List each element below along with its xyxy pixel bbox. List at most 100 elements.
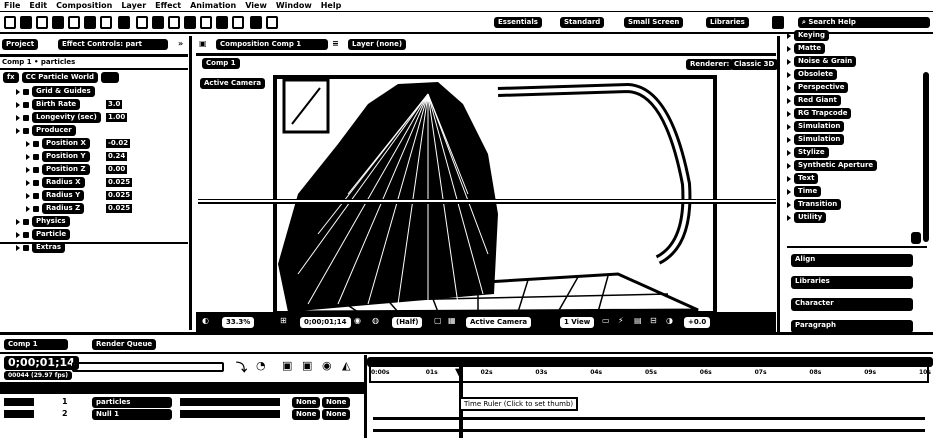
effect-property-row[interactable]: Producer xyxy=(16,125,76,136)
disclosure-triangle-icon[interactable] xyxy=(16,114,20,121)
comp-mini-flowchart-icon[interactable]: ⤵ xyxy=(236,359,247,375)
tab-comp-timeline[interactable]: Comp 1 xyxy=(4,339,68,350)
shy-layers-icon[interactable]: ▣ xyxy=(282,359,292,372)
layer-bar-1[interactable] xyxy=(373,417,925,420)
timeline-icon[interactable]: ▤ xyxy=(634,316,642,325)
disclosure-triangle-icon[interactable] xyxy=(787,123,791,130)
stopwatch-icon[interactable] xyxy=(23,101,29,108)
camera-view-dropdown[interactable]: Active Camera xyxy=(466,317,532,328)
viewer-timecode[interactable]: 0;00;01;14 xyxy=(300,317,351,328)
stopwatch-icon[interactable] xyxy=(23,244,29,251)
graph-editor-icon[interactable]: ◭ xyxy=(342,359,350,372)
track-matte-dropdown[interactable]: None xyxy=(322,397,351,408)
camera-tool-icon[interactable] xyxy=(84,16,96,29)
grid-overlay-icon[interactable]: ⊞ xyxy=(280,316,287,325)
viewer-menu-icon[interactable]: ≡ xyxy=(332,39,339,48)
character-panel-header[interactable]: Character xyxy=(791,298,913,311)
property-value[interactable]: 0.025 xyxy=(106,204,133,213)
disclosure-triangle-icon[interactable] xyxy=(26,153,30,160)
effect-property-row[interactable]: Radius Y xyxy=(26,190,85,201)
layer-name[interactable]: Null 1 xyxy=(92,409,172,420)
effect-category-item[interactable]: Time xyxy=(787,186,822,197)
transparency-grid-icon[interactable]: ▦ xyxy=(448,316,456,325)
effect-category-item[interactable]: Perspective xyxy=(787,82,849,93)
exposure-icon[interactable]: ◑ xyxy=(666,316,673,325)
clone-stamp-tool-icon[interactable] xyxy=(184,16,196,29)
pan-behind-tool-icon[interactable] xyxy=(100,16,112,29)
disclosure-triangle-icon[interactable] xyxy=(787,188,791,195)
disclosure-triangle-icon[interactable] xyxy=(787,45,791,52)
disclosure-triangle-icon[interactable] xyxy=(787,84,791,91)
effect-property-row[interactable]: Physics xyxy=(16,216,70,227)
disclosure-triangle-icon[interactable] xyxy=(26,166,30,173)
workspace-libraries[interactable]: Libraries xyxy=(706,17,749,28)
stopwatch-icon[interactable] xyxy=(23,114,29,121)
view-layout-dropdown[interactable]: 1 View xyxy=(560,317,595,328)
layer-mode-switches[interactable] xyxy=(180,410,280,418)
motion-blur-icon[interactable]: ◉ xyxy=(322,359,332,372)
disclosure-triangle-icon[interactable] xyxy=(26,140,30,147)
workspace-small-screen[interactable]: Small Screen xyxy=(624,17,684,28)
disclosure-triangle-icon[interactable] xyxy=(787,58,791,65)
property-value[interactable]: 0.24 xyxy=(106,152,128,161)
tab-project[interactable]: Project xyxy=(2,39,39,50)
current-time-display[interactable]: 0;00;01;14 xyxy=(4,356,79,370)
eraser-tool-icon[interactable] xyxy=(200,16,212,29)
disclosure-triangle-icon[interactable] xyxy=(787,214,791,221)
effect-category-item[interactable]: Text xyxy=(787,173,819,184)
reset-button[interactable] xyxy=(101,72,120,83)
effect-category-item[interactable]: Simulation xyxy=(787,134,845,145)
playhead-icon[interactable]: ▼ xyxy=(455,367,463,378)
frame-blending-icon[interactable]: ▣ xyxy=(302,359,312,372)
disclosure-triangle-icon[interactable] xyxy=(787,110,791,117)
right-panel-scrollbar[interactable] xyxy=(923,72,929,242)
disclosure-triangle-icon[interactable] xyxy=(787,149,791,156)
stopwatch-icon[interactable] xyxy=(23,127,29,134)
effect-category-item[interactable]: Obsolete xyxy=(787,69,838,80)
effect-category-item[interactable]: RG Trapcode xyxy=(787,108,852,119)
disclosure-triangle-icon[interactable] xyxy=(787,136,791,143)
layer-switches[interactable] xyxy=(4,410,34,418)
layer-name[interactable]: particles xyxy=(92,397,172,408)
stopwatch-icon[interactable] xyxy=(33,140,39,147)
disclosure-triangle-icon[interactable] xyxy=(26,192,30,199)
menu-file[interactable]: File xyxy=(4,1,20,10)
shape-tool-icon[interactable] xyxy=(118,16,130,29)
property-value[interactable]: 0.025 xyxy=(106,191,133,200)
menu-layer[interactable]: Layer xyxy=(121,1,146,10)
parent-dropdown[interactable]: None xyxy=(292,397,321,408)
tab-composition[interactable]: Composition Comp 1 xyxy=(216,39,328,50)
viewer-lock-icon[interactable]: ▣ xyxy=(199,39,207,48)
effect-category-item[interactable]: Matte xyxy=(787,43,826,54)
workspace-essentials[interactable]: Essentials xyxy=(494,17,542,28)
stopwatch-icon[interactable] xyxy=(33,166,39,173)
pen-tool-icon[interactable] xyxy=(136,16,148,29)
home-icon[interactable] xyxy=(4,16,16,29)
property-value[interactable]: 3.0 xyxy=(106,100,123,109)
show-channel-icon[interactable]: ◍ xyxy=(372,316,379,325)
layer-mode-switches[interactable] xyxy=(180,398,280,406)
zoom-level[interactable]: 33.3% xyxy=(222,317,255,328)
snapping-options-icon[interactable] xyxy=(266,16,278,29)
menu-view[interactable]: View xyxy=(245,1,267,10)
renderer-label[interactable]: Renderer: xyxy=(686,59,734,70)
disclosure-triangle-icon[interactable] xyxy=(16,244,20,251)
effect-property-row[interactable]: Position X xyxy=(26,138,90,149)
flowchart-icon[interactable]: ⊟ xyxy=(650,316,657,325)
fx-badge[interactable]: fx xyxy=(3,72,19,83)
stopwatch-icon[interactable] xyxy=(23,88,29,95)
renderer-value[interactable]: Classic 3D xyxy=(730,59,777,70)
disclosure-triangle-icon[interactable] xyxy=(787,201,791,208)
effect-category-item[interactable]: Synthetic Aperture xyxy=(787,160,878,171)
menu-edit[interactable]: Edit xyxy=(29,1,47,10)
puppet-tool-icon[interactable] xyxy=(232,16,244,29)
workspace-standard[interactable]: Standard xyxy=(560,17,605,28)
property-value[interactable]: 1.00 xyxy=(106,113,128,122)
effect-property-row[interactable]: Particle xyxy=(16,229,71,240)
stopwatch-icon[interactable] xyxy=(23,231,29,238)
property-value[interactable]: 0.025 xyxy=(106,178,133,187)
layer-row[interactable]: 1 particles None None xyxy=(0,397,362,408)
menu-composition[interactable]: Composition xyxy=(56,1,112,10)
disclosure-triangle-icon[interactable] xyxy=(26,179,30,186)
effects-scrollbar-thumb[interactable] xyxy=(911,232,921,244)
